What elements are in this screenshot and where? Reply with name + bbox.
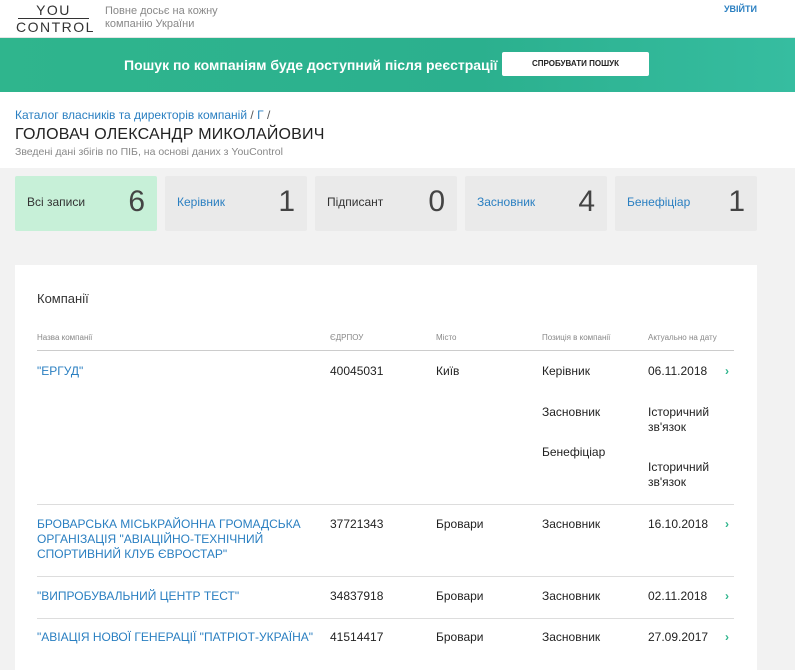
company-position: Засновник (542, 630, 601, 644)
stat-count-manager: 1 (278, 185, 295, 218)
login-link[interactable]: УВІЙТИ (724, 4, 757, 14)
company-code: 40045031 (330, 364, 384, 378)
person-header: Каталог власників та директорів компаній… (0, 92, 795, 168)
company-date: Історичний зв'язок (648, 460, 710, 489)
row-divider (37, 618, 734, 619)
stat-label-beneficiary: Бенефіціар (627, 195, 691, 209)
youcontrol-logo[interactable]: YOU CONTROL (16, 2, 95, 35)
header-divider (37, 350, 734, 351)
company-position: Керівник (542, 364, 590, 378)
company-date: 16.10.2018 (648, 517, 709, 531)
chevron-right-icon[interactable]: › (725, 517, 729, 531)
chevron-right-icon[interactable]: › (725, 364, 729, 378)
col-header-name: Назва компанії (37, 333, 93, 342)
stat-count-signatory: 0 (428, 185, 445, 218)
company-position: Бенефіціар (542, 445, 606, 459)
stat-count-all: 6 (128, 185, 145, 218)
page-subtitle: Зведені дані збігів по ПІБ, на основі да… (15, 146, 283, 158)
company-city: Бровари (436, 517, 484, 531)
col-header-code: ЄДРПОУ (330, 333, 364, 342)
row-divider (37, 576, 734, 577)
company-date: Історичний зв'язок (648, 405, 710, 434)
top-bar: YOU CONTROL Повне досьє на кожну компані… (0, 0, 795, 38)
company-city: Бровари (436, 630, 484, 644)
breadcrumb: Каталог власників та директорів компаній… (15, 108, 270, 122)
company-name-link[interactable]: "АВІАЦІЯ НОВОЇ ГЕНЕРАЦІЇ "ПАТРІОТ-УКРАЇН… (37, 630, 327, 645)
company-date: 27.09.2017 (648, 630, 709, 644)
stat-label-founder: Засновник (477, 195, 536, 209)
company-name-link[interactable]: "ВИПРОБУВАЛЬНИЙ ЦЕНТР ТЕСТ" (37, 589, 307, 604)
company-code: 37721343 (330, 517, 384, 531)
tagline: Повне досьє на кожну компанію України (105, 5, 218, 30)
chevron-right-icon[interactable]: › (725, 589, 729, 603)
breadcrumb-catalog-link[interactable]: Каталог власників та директорів компаній (15, 108, 247, 122)
col-header-date: Актуально на дату (648, 333, 717, 342)
stat-label-all: Всі записи (27, 195, 86, 209)
stat-card-beneficiary[interactable]: Бенефіціар 1 (615, 176, 757, 231)
company-city: Бровари (436, 589, 484, 603)
company-code: 41514417 (330, 630, 384, 644)
company-date: 02.11.2018 (648, 589, 708, 603)
chevron-right-icon[interactable]: › (725, 630, 729, 644)
stat-card-manager[interactable]: Керівник 1 (165, 176, 307, 231)
registration-banner: Пошук по компаніям буде доступний після … (0, 38, 795, 92)
company-position: Засновник (542, 517, 601, 531)
company-code: 34837918 (330, 589, 384, 603)
company-position: Засновник (542, 405, 601, 419)
stat-count-founder: 4 (578, 185, 595, 218)
banner-text: Пошук по компаніям буде доступний після … (124, 57, 498, 73)
breadcrumb-separator: / (250, 108, 254, 122)
breadcrumb-letter-link[interactable]: Г (257, 108, 264, 122)
stat-card-founder[interactable]: Засновник 4 (465, 176, 607, 231)
company-city: Київ (436, 364, 460, 378)
company-position: Засновник (542, 589, 601, 603)
stat-card-all[interactable]: Всі записи 6 (15, 176, 157, 231)
company-date: 06.11.2018 (648, 364, 708, 378)
companies-panel: Компанії Назва компанії ЄДРПОУ Місто Поз… (15, 265, 757, 670)
logo-text-bottom: CONTROL (16, 19, 95, 35)
stat-count-beneficiary: 1 (728, 185, 745, 218)
row-divider (37, 504, 734, 505)
logo-text-top: YOU (36, 2, 71, 18)
stat-card-signatory[interactable]: Підписант 0 (315, 176, 457, 231)
company-name-link[interactable]: "ЕРГУД" (37, 364, 307, 379)
companies-title: Компанії (37, 291, 89, 306)
company-name-link[interactable]: БРОВАРСЬКА МІСЬКРАЙОННА ГРОМАДСЬКА ОРГАН… (37, 517, 307, 562)
col-header-city: Місто (436, 333, 457, 342)
breadcrumb-trailing-separator: / (266, 108, 271, 122)
stat-label-signatory: Підписант (327, 195, 384, 209)
page-title: ГОЛОВАЧ ОЛЕКСАНДР МИКОЛАЙОВИЧ (15, 126, 325, 143)
stat-label-manager: Керівник (177, 195, 225, 209)
col-header-position: Позиція в компанії (542, 333, 611, 342)
try-search-button[interactable]: СПРОБУВАТИ ПОШУК (502, 52, 649, 76)
